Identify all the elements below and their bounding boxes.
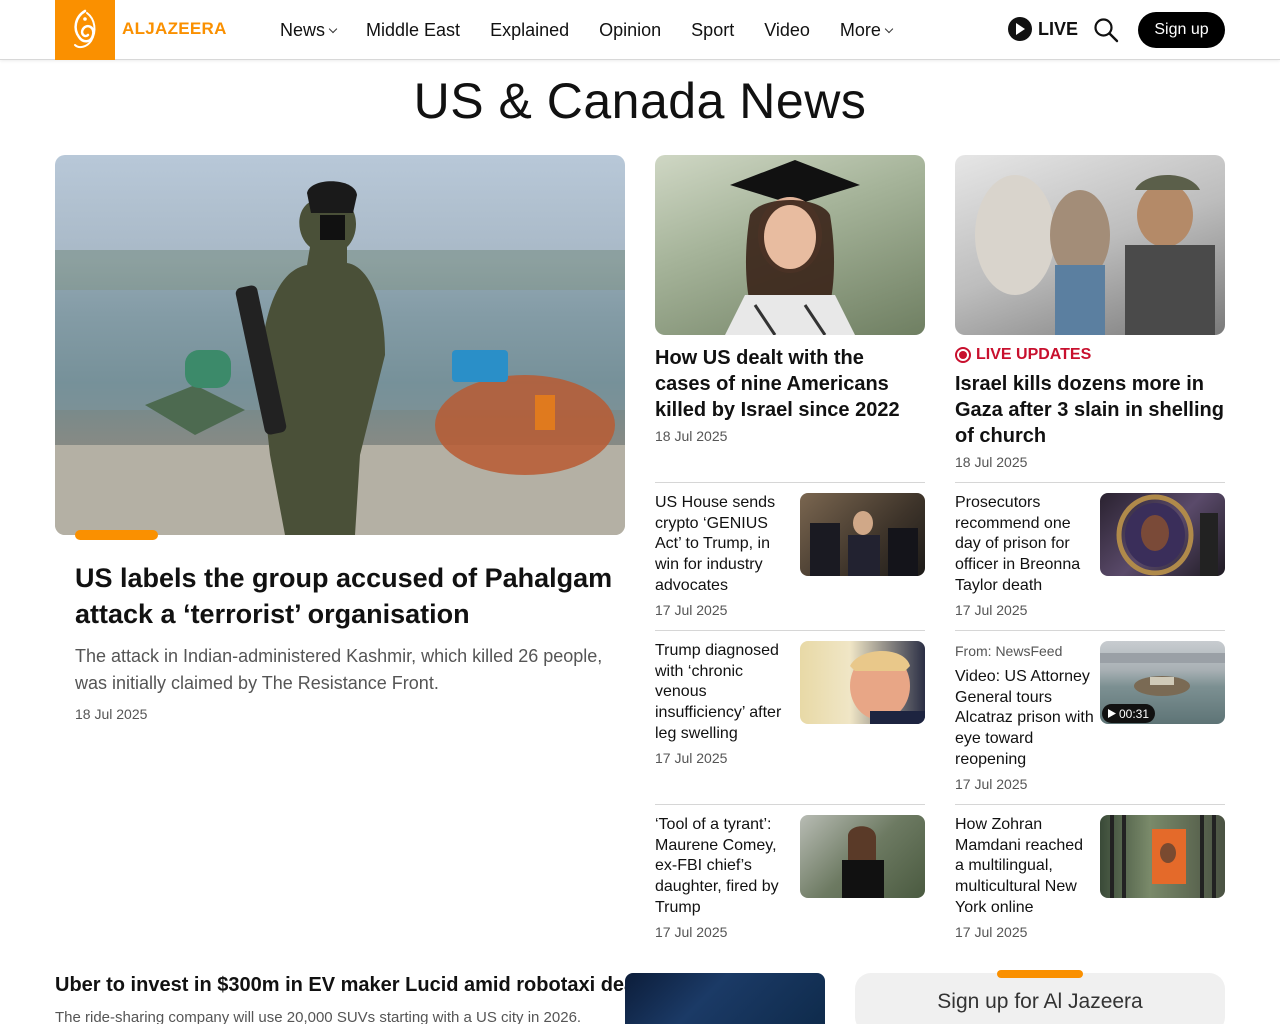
chevron-down-icon <box>328 24 338 33</box>
live-indicator-icon <box>955 347 971 363</box>
nav-video[interactable]: Video <box>764 20 810 41</box>
live-updates-tag: LIVE UPDATES <box>955 346 1091 364</box>
aljazeera-logo-icon[interactable] <box>55 0 115 60</box>
main-nav: News Middle East Explained Opinion Sport… <box>280 0 922 60</box>
nav-middle-east[interactable]: Middle East <box>366 20 460 41</box>
nav-more-label: More <box>839 19 881 40</box>
list-item-headline[interactable]: How Zohran Mamdani reached a multilingua… <box>955 815 1095 919</box>
divider <box>955 482 1225 483</box>
bottom-article-headline[interactable]: Uber to invest in $300m in EV maker Luci… <box>55 974 641 997</box>
live-button[interactable]: LIVE <box>1008 17 1078 41</box>
list-item-date: 17 Jul 2025 <box>955 924 1028 940</box>
source-label: From: NewsFeed <box>955 643 1063 659</box>
newsletter-title: Sign up for Al Jazeera <box>937 990 1143 1013</box>
nav-news-label: News <box>280 19 326 40</box>
list-item-headline[interactable]: US House sends crypto ‘GENIUS Act’ to Tr… <box>655 493 795 597</box>
search-icon[interactable] <box>1093 17 1119 43</box>
hero-date: 18 Jul 2025 <box>75 706 148 722</box>
video-duration: 00:31 <box>1119 706 1150 721</box>
nav-opinion[interactable]: Opinion <box>599 20 661 41</box>
hero-description: The attack in Indian-administered Kashmi… <box>75 646 603 693</box>
feature-right-headline[interactable]: Israel kills dozens more in Gaza after 3… <box>955 371 1225 449</box>
bottom-article-image[interactable] <box>625 973 825 1024</box>
site-header: ALJAZEERA News Middle East Explained Opi… <box>0 0 1280 60</box>
list-item-image[interactable] <box>800 815 925 898</box>
nav-explained[interactable]: Explained <box>490 20 569 41</box>
list-item-image[interactable] <box>1100 493 1225 576</box>
feature-middle-date: 18 Jul 2025 <box>655 428 728 444</box>
list-item-headline[interactable]: Trump diagnosed with ‘chronic venous ins… <box>655 641 795 745</box>
live-updates-label: LIVE UPDATES <box>976 346 1092 363</box>
divider <box>955 630 1225 631</box>
video-duration-badge: 00:31 <box>1102 704 1156 723</box>
hero-accent-bar <box>75 530 158 540</box>
newsletter-accent-bar <box>997 970 1083 978</box>
list-item-date: 17 Jul 2025 <box>955 776 1028 792</box>
list-item-date: 17 Jul 2025 <box>955 602 1028 618</box>
nav-sport-label: Sport <box>691 19 735 40</box>
nav-news[interactable]: News <box>280 19 338 41</box>
nav-middle-east-label: Middle East <box>366 19 461 40</box>
play-icon <box>1108 709 1116 718</box>
divider <box>955 804 1225 805</box>
divider <box>655 482 925 483</box>
hero-headline[interactable]: US labels the group accused of Pahalgam … <box>75 560 615 632</box>
list-item-date: 17 Jul 2025 <box>655 924 728 940</box>
list-item-headline[interactable]: Prosecutors recommend one day of prison … <box>955 493 1095 597</box>
hero-image[interactable] <box>55 155 625 535</box>
feature-middle-headline[interactable]: How US dealt with the cases of nine Amer… <box>655 345 925 423</box>
list-item-image[interactable] <box>1100 815 1225 898</box>
list-item-date: 17 Jul 2025 <box>655 602 728 618</box>
bottom-article-description: The ride-sharing company will use 20,000… <box>55 1009 582 1024</box>
nav-opinion-label: Opinion <box>599 19 662 40</box>
signup-button[interactable]: Sign up <box>1138 12 1225 48</box>
live-label: LIVE <box>1038 18 1079 39</box>
nav-video-label: Video <box>764 19 810 40</box>
divider <box>655 630 925 631</box>
list-item-image[interactable] <box>800 641 925 724</box>
feature-right-date: 18 Jul 2025 <box>955 454 1028 470</box>
list-item-image[interactable] <box>800 493 925 576</box>
play-icon <box>1008 17 1032 41</box>
chevron-down-icon <box>884 24 894 33</box>
nav-sport[interactable]: Sport <box>691 20 734 41</box>
list-item-date: 17 Jul 2025 <box>655 750 728 766</box>
nav-explained-label: Explained <box>490 19 570 40</box>
feature-middle-image[interactable] <box>655 155 925 335</box>
feature-right-image[interactable] <box>955 155 1225 335</box>
list-item-headline[interactable]: Video: US Attorney General tours Alcatra… <box>955 667 1095 771</box>
list-item-headline[interactable]: ‘Tool of a tyrant’: Maurene Comey, ex-FB… <box>655 815 795 919</box>
nav-more[interactable]: More <box>839 19 894 41</box>
logo-wordmark[interactable]: ALJAZEERA <box>122 19 227 39</box>
divider <box>655 804 925 805</box>
page-title: US & Canada News <box>413 73 867 129</box>
